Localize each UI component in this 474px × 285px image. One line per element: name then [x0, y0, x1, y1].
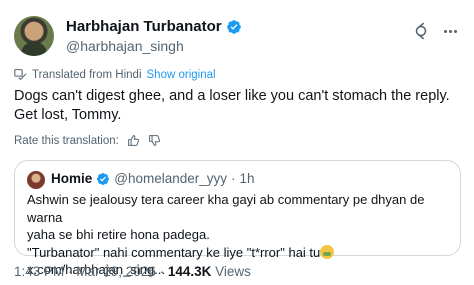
quoted-display-name: Homie	[51, 171, 93, 186]
quoted-verified-badge-icon	[97, 172, 110, 185]
author-name-row: Harbhajan Turbanator	[66, 18, 242, 35]
quoted-time: 1h	[239, 171, 255, 186]
tweet-header: Harbhajan Turbanator @harbhajan_singh	[14, 14, 460, 58]
author-handle[interactable]: @harbhajan_singh	[66, 38, 184, 54]
views-label: Views	[211, 264, 251, 279]
meta-separator: ·	[155, 264, 168, 279]
quoted-separator: ·	[231, 171, 236, 186]
quoted-handle: @homelander_yyy	[114, 171, 228, 186]
views-count: 144.3K	[167, 264, 212, 279]
translate-icon	[14, 69, 27, 81]
verified-badge-icon	[226, 19, 241, 34]
show-original-link[interactable]: Show original	[147, 69, 216, 81]
translation-note: Translated from Hindi Show original	[14, 68, 216, 81]
more-options-icon[interactable]	[440, 22, 460, 40]
tweet-meta: 1:43 PM · Mar 29, 2026 · 144.3K Views	[14, 264, 251, 279]
tweet-time[interactable]: 1:43 PM	[14, 264, 64, 279]
thumbs-down-icon[interactable]	[148, 134, 161, 147]
nauseated-emoji-icon	[320, 244, 335, 259]
author-avatar[interactable]	[14, 16, 54, 56]
quoted-line-1: Ashwin se jealousy tera career kha gayi …	[27, 192, 425, 225]
meta-separator: ·	[64, 264, 77, 279]
rate-translation-row: Rate this translation:	[14, 134, 161, 147]
tweet-date[interactable]: Mar 29, 2026	[76, 264, 156, 279]
grok-icon[interactable]	[412, 22, 430, 40]
quoted-line-2: yaha se bhi retire hona padega.	[27, 227, 210, 242]
tweet-text: Dogs can't digest ghee, and a loser like…	[14, 88, 450, 123]
author-display-name[interactable]: Harbhajan Turbanator	[66, 18, 222, 35]
thumbs-up-icon[interactable]	[127, 134, 140, 147]
rate-translation-label: Rate this translation:	[14, 134, 119, 147]
quoted-tweet[interactable]: Homie @homelander_yyy · 1h Ashwin se jea…	[14, 160, 461, 277]
quoted-avatar[interactable]	[27, 171, 45, 189]
quoted-line-3-text: "Turbanator" nahi commentary ke liye "t*…	[27, 244, 321, 260]
quoted-author-row: Homie @homelander_yyy · 1h	[51, 171, 255, 186]
translated-from-label: Translated from Hindi	[32, 68, 142, 81]
